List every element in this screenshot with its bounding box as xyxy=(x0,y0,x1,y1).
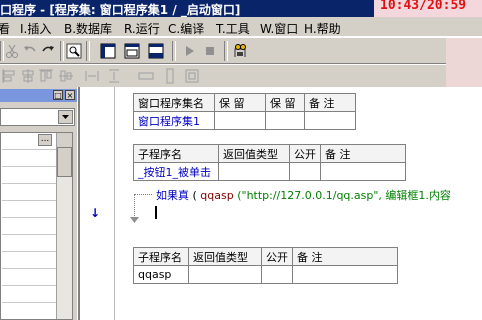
menu-compile[interactable]: C.编译 xyxy=(168,20,204,37)
code-line[interactable]: 如果真 ( qqasp ("http://127.0.0.1/qq.asp", … xyxy=(156,187,451,203)
table-cell[interactable] xyxy=(261,265,293,284)
execution-arrow: ↓ xyxy=(90,206,101,220)
table-cell[interactable] xyxy=(320,162,406,181)
subroutine-name-cell[interactable]: qqasp xyxy=(133,265,189,284)
layout1-icon[interactable] xyxy=(100,43,116,59)
table-header: 备 注 xyxy=(292,247,398,266)
menu-view[interactable]: 看 xyxy=(0,20,10,37)
gutter-line xyxy=(114,87,115,320)
table-cell[interactable] xyxy=(218,162,290,181)
function-call: qqasp xyxy=(200,189,234,202)
stop-icon[interactable] xyxy=(202,43,218,59)
space-horizontal-icon[interactable] xyxy=(84,68,100,84)
align-center-icon[interactable] xyxy=(20,68,36,84)
redo-icon[interactable] xyxy=(40,43,56,59)
align-top-icon[interactable] xyxy=(38,68,54,84)
table-header: 备 注 xyxy=(304,93,356,112)
debug-icon[interactable] xyxy=(232,43,248,59)
keyword-if-true: 如果真 xyxy=(156,189,189,202)
subroutine-name-cell[interactable]: _按钮1_被单击 xyxy=(133,162,219,181)
same-size-icon[interactable] xyxy=(184,68,200,84)
flow-arrow-icon xyxy=(130,217,139,223)
background-decor xyxy=(446,38,482,88)
scissors-icon[interactable] xyxy=(4,43,20,59)
align-toolbar xyxy=(0,65,482,87)
pin-button[interactable]: □ xyxy=(53,90,63,100)
table-cell[interactable] xyxy=(289,162,321,181)
assembly-table: 窗口程序集名 保 留 保 留 备 注 窗口程序集1 xyxy=(133,93,356,130)
table-header: 子程序名 xyxy=(133,247,189,266)
window-title: 口程序 - [程序集: 窗口程序集1 / _启动窗口] xyxy=(0,3,241,17)
table-header: 窗口程序集名 xyxy=(133,93,215,112)
table-cell[interactable] xyxy=(304,111,356,130)
find-icon[interactable] xyxy=(66,43,82,59)
table-header: 返回值类型 xyxy=(188,247,262,266)
menu-insert[interactable]: I.插入 xyxy=(20,20,51,37)
chevron-down-icon[interactable] xyxy=(58,110,73,124)
close-panel-button[interactable]: × xyxy=(65,90,75,100)
assembly-name-cell[interactable]: 窗口程序集1 xyxy=(133,111,215,130)
table-cell[interactable] xyxy=(265,111,305,130)
editor-gutter xyxy=(78,87,98,320)
open-paren: ( xyxy=(189,189,197,202)
text-cursor xyxy=(155,206,157,219)
title-bar: 口程序 - [程序集: 窗口程序集1 / _启动窗口] 10:43/20:59 xyxy=(0,0,482,17)
menu-help[interactable]: H.帮助 xyxy=(304,20,341,37)
run-icon[interactable] xyxy=(182,43,198,59)
layout3-icon[interactable] xyxy=(148,43,164,59)
subroutine-table-1: 子程序名 返回值类型 公开 备 注 _按钮1_被单击 xyxy=(133,144,406,181)
undo-icon[interactable] xyxy=(22,43,38,59)
menu-run[interactable]: R.运行 xyxy=(124,20,160,37)
table-header: 备 注 xyxy=(320,144,406,163)
table-header: 保 留 xyxy=(265,93,305,112)
align-left-icon[interactable] xyxy=(2,68,18,84)
table-cell[interactable] xyxy=(214,111,266,130)
table-header: 子程序名 xyxy=(133,144,219,163)
table-header: 返回值类型 xyxy=(218,144,290,163)
same-width-icon[interactable] xyxy=(138,68,154,84)
call-arguments: ("http://127.0.0.1/qq.asp", 编辑框1.内容 xyxy=(233,189,451,202)
table-header: 公开 xyxy=(261,247,293,266)
table-header: 保 留 xyxy=(214,93,266,112)
layout2-icon[interactable] xyxy=(124,43,140,59)
align-middle-icon[interactable] xyxy=(58,68,74,84)
table-cell[interactable] xyxy=(188,265,262,284)
same-height-icon[interactable] xyxy=(162,68,178,84)
table-header: 公开 xyxy=(289,144,321,163)
subroutine-table-2: 子程序名 返回值类型 公开 备 注 qqasp xyxy=(133,247,398,284)
clock-readout: 10:43/20:59 xyxy=(380,0,467,13)
left-panel-scrollbar[interactable] xyxy=(56,133,72,319)
menu-bar: 看 I.插入 B.数据库 R.运行 C.编译 T.工具 W.窗口 H.帮助 xyxy=(0,17,482,37)
space-vertical-icon[interactable] xyxy=(106,68,122,84)
more-button[interactable]: ... xyxy=(38,134,52,146)
table-cell[interactable] xyxy=(292,265,398,284)
menu-tools[interactable]: T.工具 xyxy=(216,20,250,37)
flow-line-top xyxy=(134,194,152,195)
main-toolbar xyxy=(0,38,482,64)
menu-window[interactable]: W.窗口 xyxy=(260,20,298,37)
menu-database[interactable]: B.数据库 xyxy=(64,20,112,37)
